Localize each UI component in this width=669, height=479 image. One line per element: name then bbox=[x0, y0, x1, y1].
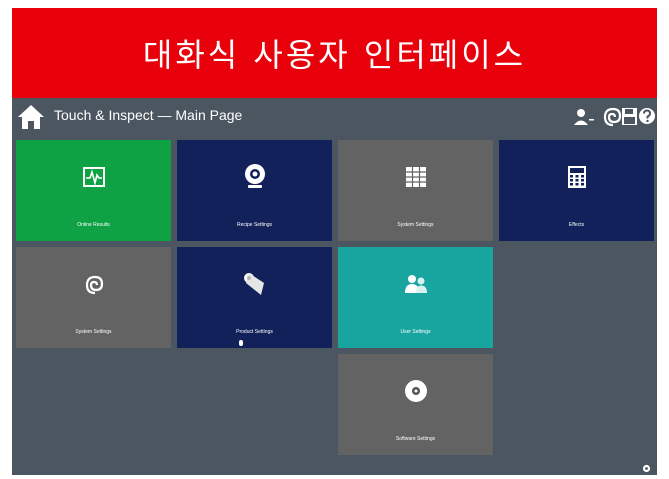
gear-icon bbox=[642, 464, 651, 473]
tile-label: Recipe Settings bbox=[236, 222, 273, 228]
main-screen: Touch & Inspect — Main Page Online Resul… bbox=[12, 98, 657, 475]
grid-table-icon bbox=[401, 162, 431, 192]
logo-button[interactable] bbox=[602, 106, 622, 128]
tile-user-settings[interactable]: User Settings bbox=[338, 247, 493, 348]
spiral-logo-icon bbox=[603, 107, 622, 127]
top-bar: Touch & Inspect — Main Page bbox=[12, 98, 657, 136]
title-banner: 대화식 사용자 인터페이스 bbox=[12, 8, 657, 98]
tile-label: Online Results bbox=[77, 222, 110, 228]
tile-label: Effects bbox=[568, 222, 585, 228]
settings-button[interactable] bbox=[642, 458, 651, 473]
tile-label: System Settings bbox=[397, 222, 434, 228]
help-button[interactable] bbox=[638, 106, 656, 126]
help-icon bbox=[639, 108, 655, 124]
page-title: Touch & Inspect — Main Page bbox=[54, 107, 243, 123]
save-icon bbox=[622, 108, 637, 125]
banner-title: 대화식 사용자 인터페이스 bbox=[142, 36, 527, 74]
disc-icon bbox=[401, 376, 431, 406]
calculator-icon bbox=[562, 162, 592, 192]
user-button[interactable] bbox=[572, 107, 604, 127]
tile-software-settings[interactable]: Software Settings bbox=[338, 354, 493, 455]
tile-label: User Settings bbox=[400, 329, 431, 335]
tile-label: System Settings bbox=[75, 329, 112, 335]
tile-online-results[interactable]: Online Results bbox=[16, 140, 171, 241]
save-button[interactable] bbox=[621, 107, 638, 126]
chart-monitor-icon bbox=[79, 162, 109, 192]
home-button[interactable] bbox=[16, 103, 46, 131]
touch-cursor bbox=[239, 340, 243, 346]
tile-product-settings[interactable]: Product Settings bbox=[177, 247, 332, 348]
tile-label: Product Settings bbox=[236, 329, 273, 335]
users-icon bbox=[401, 269, 431, 299]
tile-system-settings-2[interactable]: System Settings bbox=[16, 247, 171, 348]
paper-roll-icon bbox=[240, 269, 270, 299]
tile-recipe-settings[interactable]: Recipe Settings bbox=[177, 140, 332, 241]
tile-effects[interactable]: Effects bbox=[499, 140, 654, 241]
user-icon bbox=[574, 109, 594, 125]
tile-label: Software Settings bbox=[395, 436, 436, 442]
spiral-logo-icon bbox=[79, 269, 109, 299]
home-icon bbox=[18, 105, 44, 129]
webcam-icon bbox=[240, 162, 270, 192]
tile-system-settings[interactable]: System Settings bbox=[338, 140, 493, 241]
